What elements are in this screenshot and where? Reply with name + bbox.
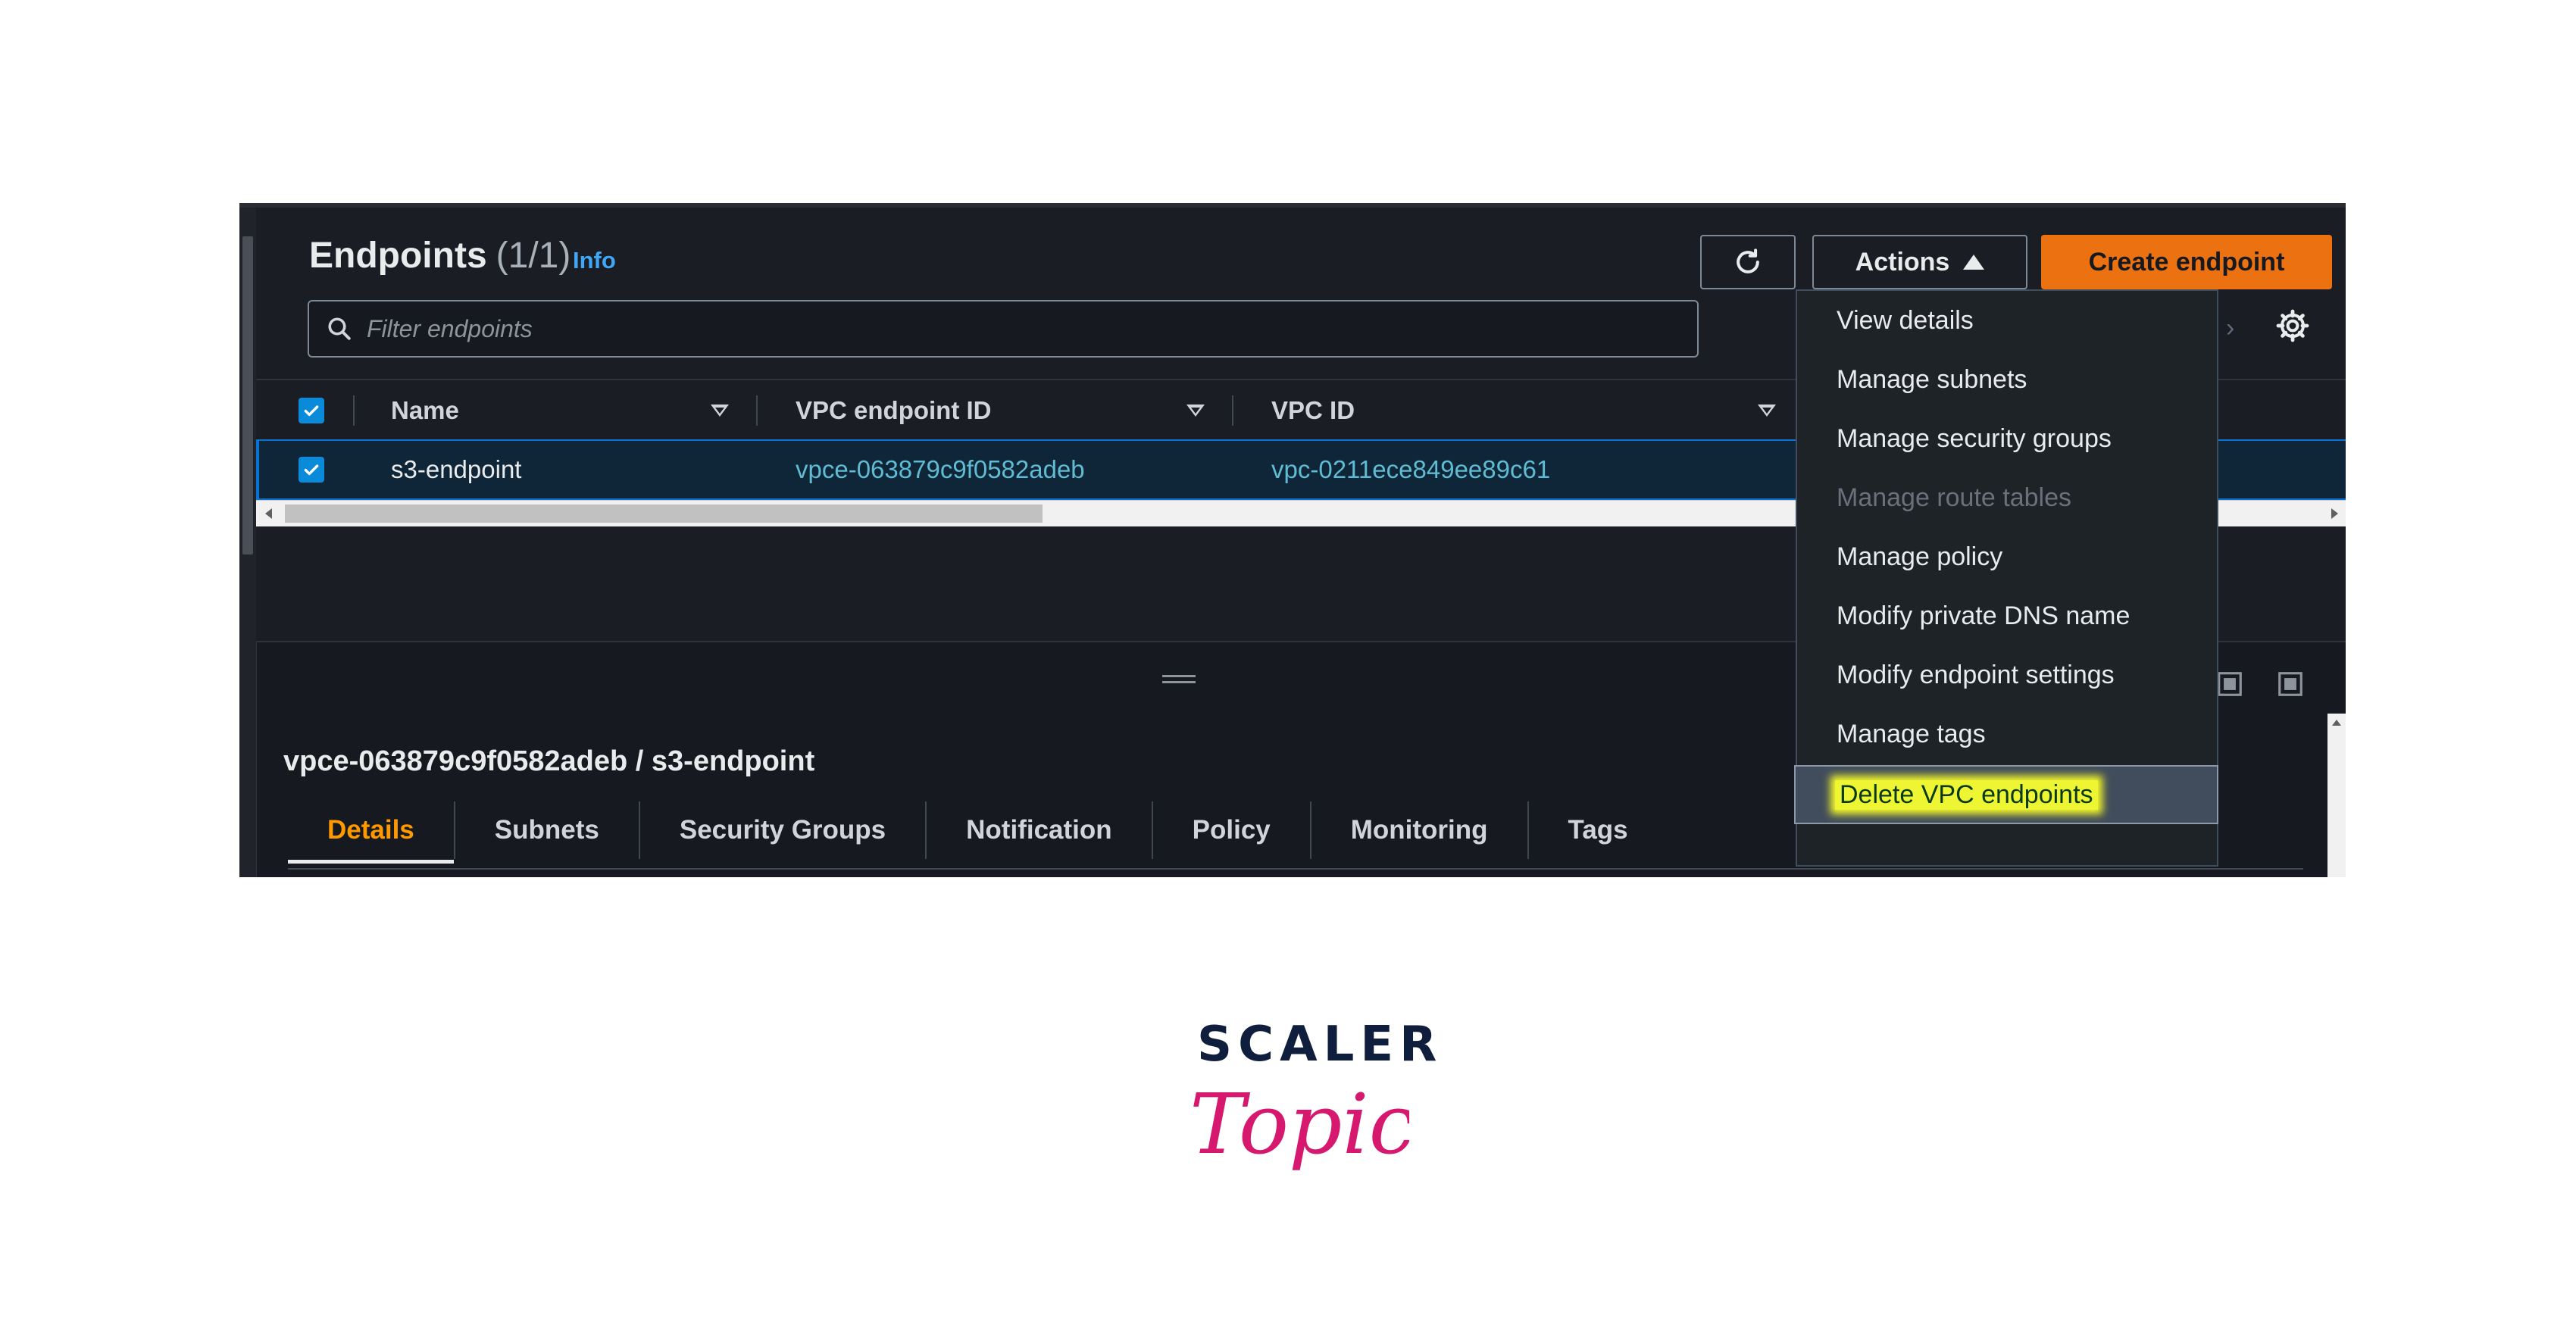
tab-subnets[interactable]: Subnets: [455, 801, 640, 859]
vertical-scrollbar[interactable]: [2327, 714, 2346, 877]
menu-item-manage-subnets[interactable]: Manage subnets: [1797, 350, 2217, 409]
select-all-checkbox[interactable]: [299, 398, 324, 423]
create-endpoint-button[interactable]: Create endpoint: [2041, 235, 2332, 289]
drag-handle-icon[interactable]: [1162, 675, 1196, 684]
left-scrollbar-thumb[interactable]: [242, 236, 253, 554]
caret-up-icon: [1963, 255, 1985, 270]
checkbox-checked-icon: [304, 464, 319, 476]
column-header-vpc-endpoint-id[interactable]: VPC endpoint ID: [796, 380, 992, 441]
column-divider[interactable]: [1232, 395, 1233, 426]
sort-icon[interactable]: [711, 405, 729, 417]
sort-icon[interactable]: [1758, 405, 1776, 417]
sort-icon[interactable]: [1186, 405, 1205, 417]
actions-button-label: Actions: [1855, 247, 1950, 276]
menu-item-view-details[interactable]: View details: [1797, 291, 2217, 350]
tab-monitoring[interactable]: Monitoring: [1311, 801, 1529, 859]
scaler-topics-logo: SCALER Topics: [1182, 1017, 1436, 1214]
endpoint-count: (1/1): [496, 236, 571, 276]
menu-item-manage-route-tables: Manage route tables: [1837, 483, 2071, 512]
filter-input[interactable]: [365, 314, 1656, 344]
row-checkbox[interactable]: [299, 457, 324, 483]
left-scrollbar[interactable]: [239, 208, 257, 877]
console-screenshot: Endpoints (1/1) Info Actions Create endpo…: [239, 203, 2346, 877]
cell-name: s3-endpoint: [391, 455, 522, 483]
next-page-chevron-icon[interactable]: ›: [2226, 314, 2234, 343]
column-header-name[interactable]: Name: [391, 380, 459, 441]
scroll-right-arrow-icon[interactable]: [2331, 508, 2338, 519]
details-tabs: Details Subnets Security Groups Notifica…: [288, 801, 1668, 864]
search-icon: [326, 315, 353, 342]
split-panel-bottom-icon[interactable]: [2215, 670, 2244, 698]
scroll-up-arrow-icon[interactable]: [2332, 720, 2341, 726]
horizontal-scrollbar-thumb[interactable]: [285, 504, 1043, 523]
menu-item-manage-tags[interactable]: Manage tags: [1797, 704, 2217, 764]
logo-topics-text: Topics: [1190, 1076, 1409, 1173]
tab-tags[interactable]: Tags: [1529, 801, 1668, 859]
column-header-vpc-id[interactable]: VPC ID: [1271, 380, 1355, 441]
tab-security-groups[interactable]: Security Groups: [640, 801, 927, 859]
split-panel-side-icon[interactable]: [2276, 670, 2305, 698]
menu-item-delete-label: Delete VPC endpoints: [1835, 779, 2098, 810]
details-title: vpce-063879c9f0582adeb / s3-endpoint: [283, 745, 815, 777]
cell-vpc-id-link[interactable]: vpc-0211ece849ee89c61: [1271, 441, 1550, 498]
tab-details[interactable]: Details: [288, 801, 455, 864]
column-divider[interactable]: [756, 395, 758, 426]
menu-item-manage-policy[interactable]: Manage policy: [1797, 527, 2217, 586]
tab-policy[interactable]: Policy: [1153, 801, 1311, 859]
menu-item-manage-security-groups[interactable]: Manage security groups: [1797, 409, 2217, 468]
checkbox-checked-icon: [304, 405, 319, 417]
menu-item-delete-vpc-endpoints[interactable]: Delete VPC endpoints: [1794, 765, 2218, 824]
actions-dropdown-menu: View details Manage subnets Manage secur…: [1794, 289, 2218, 867]
refresh-icon: [1737, 248, 1759, 273]
info-link[interactable]: Info: [573, 247, 616, 274]
tabs-underline: [288, 868, 2303, 870]
actions-button[interactable]: Actions: [1812, 235, 2027, 289]
filter-box: [308, 300, 1699, 358]
cell-vpc-endpoint-id-link[interactable]: vpce-063879c9f0582adeb: [796, 441, 1085, 498]
page-title: Endpoints (1/1): [309, 235, 571, 276]
column-divider[interactable]: [353, 395, 355, 426]
scroll-left-arrow-icon[interactable]: [265, 508, 272, 519]
refresh-button[interactable]: [1700, 235, 1796, 289]
logo-scaler-text: SCALER: [1197, 1017, 1443, 1073]
logo-topics-wordmark: Topics: [1190, 1076, 1409, 1173]
gear-icon[interactable]: [2274, 308, 2311, 344]
page-title-text: Endpoints: [309, 236, 487, 276]
menu-item-modify-private-dns-name[interactable]: Modify private DNS name: [1797, 586, 2217, 645]
tab-notification[interactable]: Notification: [927, 801, 1153, 859]
menu-item-modify-endpoint-settings[interactable]: Modify endpoint settings: [1797, 645, 2217, 704]
